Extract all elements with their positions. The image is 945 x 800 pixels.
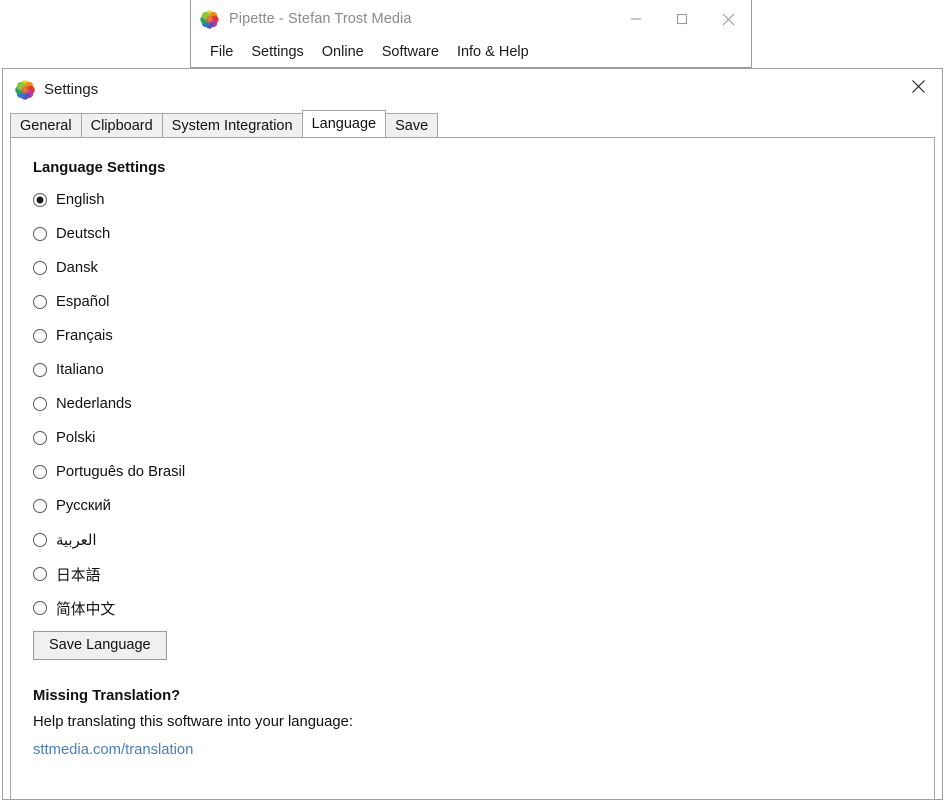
pipette-window: Pipette - Stefan Trost Media File Settin… — [190, 0, 752, 68]
tab-save[interactable]: Save — [385, 113, 439, 137]
settings-window-title: Settings — [44, 81, 99, 98]
tab-clipboard[interactable]: Clipboard — [80, 113, 163, 137]
radio-icon — [33, 227, 47, 241]
radio-option-english[interactable]: English — [33, 183, 912, 217]
radio-label: Polski — [56, 430, 96, 446]
radio-icon — [33, 499, 47, 513]
radio-label: English — [56, 192, 105, 208]
radio-icon — [33, 193, 47, 207]
pipette-window-controls — [613, 0, 751, 38]
radio-label: Español — [56, 294, 110, 310]
radio-option-dansk[interactable]: Dansk — [33, 251, 912, 285]
radio-icon — [33, 431, 47, 445]
color-flower-icon — [14, 79, 36, 101]
radio-option-japanese[interactable]: 日本語 — [33, 557, 912, 591]
radio-icon — [33, 397, 47, 411]
page-title: Language Settings — [33, 160, 166, 176]
missing-translation-text: Help translating this software into your… — [33, 714, 353, 730]
radio-option-nederlands[interactable]: Nederlands — [33, 387, 912, 421]
radio-label: Русский — [56, 498, 111, 514]
radio-option-deutsch[interactable]: Deutsch — [33, 217, 912, 251]
radio-option-espanol[interactable]: Español — [33, 285, 912, 319]
radio-option-simplified-chinese[interactable]: 简体中文 — [33, 591, 912, 625]
close-icon[interactable] — [895, 69, 941, 103]
radio-option-arabic[interactable]: العربية — [33, 523, 912, 557]
pipette-menubar: File Settings Online Software Info & Hel… — [191, 38, 751, 66]
radio-icon — [33, 329, 47, 343]
language-tab-panel: Language Settings English Deutsch Dansk … — [10, 137, 935, 799]
menu-item-file[interactable]: File — [201, 42, 242, 62]
settings-tabs: General Clipboard System Integration Lan… — [10, 110, 935, 137]
radio-label: Dansk — [56, 260, 98, 276]
translation-link[interactable]: sttmedia.com/translation — [33, 742, 193, 758]
menu-item-settings[interactable]: Settings — [242, 42, 312, 62]
settings-titlebar[interactable]: Settings — [3, 69, 942, 110]
radio-label: Italiano — [56, 362, 104, 378]
minimize-icon[interactable] — [613, 4, 659, 34]
radio-label: Nederlands — [56, 396, 132, 412]
radio-option-portugues-do-brasil[interactable]: Português do Brasil — [33, 455, 912, 489]
radio-label: العربية — [56, 532, 97, 549]
radio-label: Português do Brasil — [56, 464, 186, 480]
menu-item-info-help[interactable]: Info & Help — [448, 42, 538, 62]
menu-item-software[interactable]: Software — [373, 42, 448, 62]
radio-icon — [33, 295, 47, 309]
tab-system-integration[interactable]: System Integration — [161, 113, 303, 137]
radio-option-polski[interactable]: Polski — [33, 421, 912, 455]
radio-icon — [33, 601, 47, 615]
radio-icon — [33, 533, 47, 547]
color-flower-icon — [199, 9, 220, 30]
radio-option-francais[interactable]: Français — [33, 319, 912, 353]
pipette-titlebar[interactable]: Pipette - Stefan Trost Media — [191, 0, 751, 38]
settings-window: Settings General Clipboard System Integr… — [2, 68, 943, 800]
maximize-icon[interactable] — [659, 4, 705, 34]
tab-language[interactable]: Language — [301, 110, 387, 137]
radio-label: 日本語 — [56, 567, 101, 584]
radio-label: Français — [56, 328, 113, 344]
radio-icon — [33, 567, 47, 581]
radio-icon — [33, 261, 47, 275]
radio-option-russian[interactable]: Русский — [33, 489, 912, 523]
close-icon[interactable] — [705, 4, 751, 34]
menu-item-online[interactable]: Online — [313, 42, 373, 62]
missing-translation-heading: Missing Translation? — [33, 688, 181, 704]
pipette-window-title: Pipette - Stefan Trost Media — [229, 11, 412, 27]
radio-icon — [33, 465, 47, 479]
radio-icon — [33, 363, 47, 377]
radio-option-italiano[interactable]: Italiano — [33, 353, 912, 387]
radio-label: 简体中文 — [56, 601, 116, 618]
tab-general[interactable]: General — [10, 113, 82, 137]
save-language-button[interactable]: Save Language — [33, 631, 167, 660]
radio-label: Deutsch — [56, 226, 111, 242]
